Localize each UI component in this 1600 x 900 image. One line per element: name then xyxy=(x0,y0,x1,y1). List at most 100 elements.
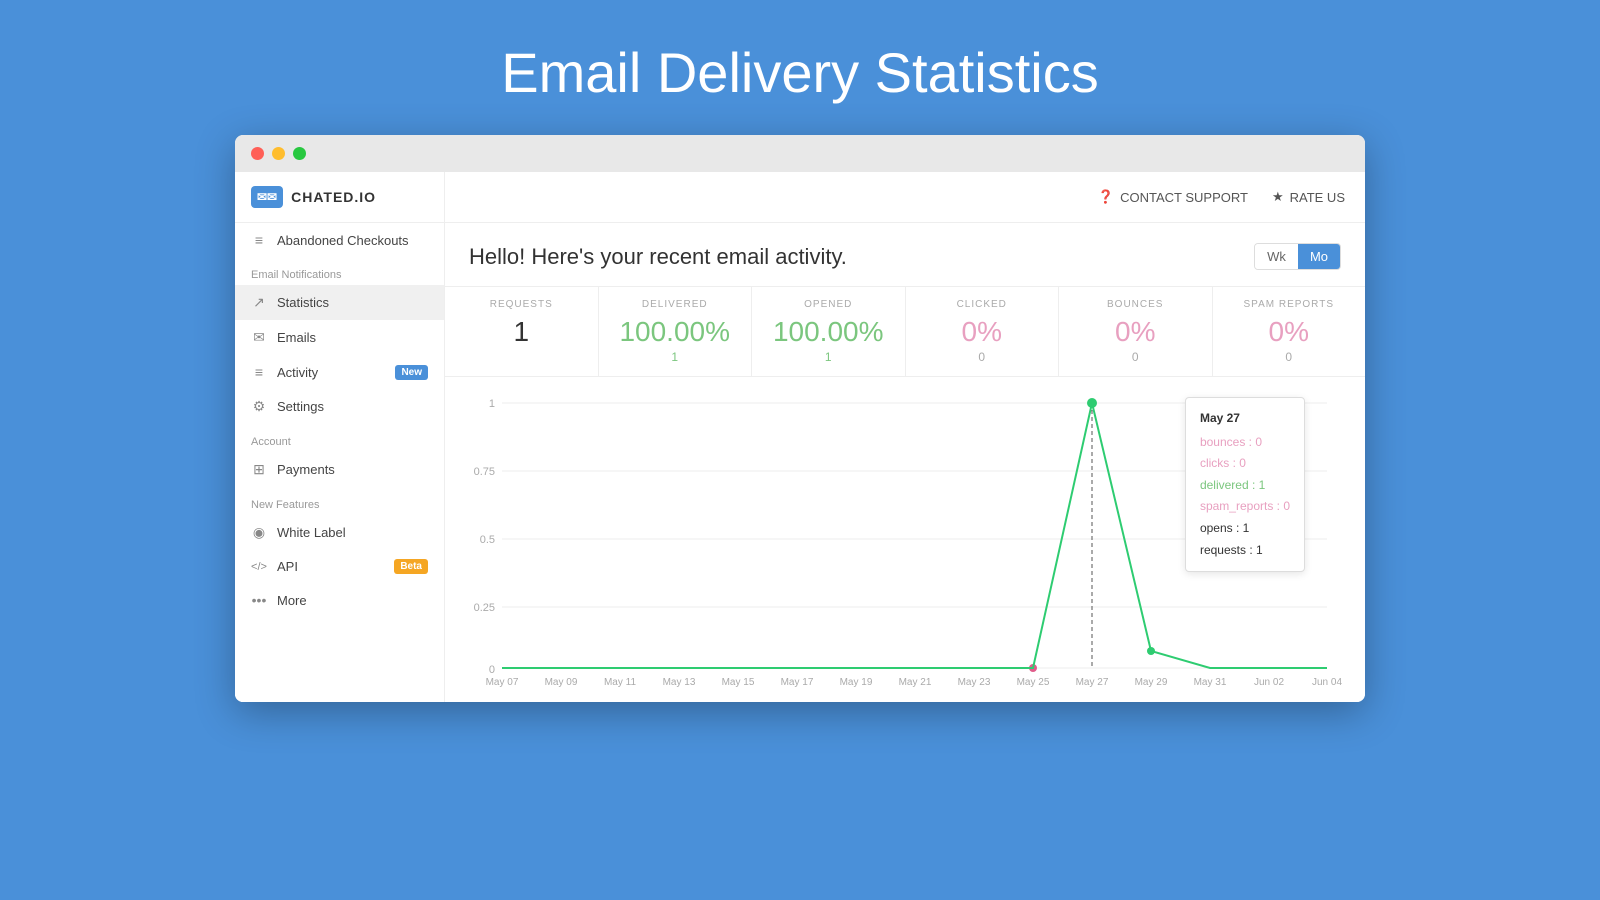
svg-text:Jun 04: Jun 04 xyxy=(1312,677,1342,687)
stat-card-clicked: CLICKED 0% 0 xyxy=(906,287,1060,376)
sidebar-item-white-label[interactable]: ◉ White Label xyxy=(235,515,444,550)
stat-card-delivered: DELIVERED 100.00% 1 xyxy=(599,287,753,376)
stat-label: BOUNCES xyxy=(1075,299,1196,310)
stat-value: 100.00% xyxy=(615,316,736,348)
toggle-group: Wk Mo xyxy=(1254,243,1341,270)
traffic-light-red[interactable] xyxy=(251,147,264,160)
stat-card-opened: OPENED 100.00% 1 xyxy=(752,287,906,376)
rate-us-button[interactable]: ★ RATE US xyxy=(1272,189,1345,205)
tooltip-clicks: clicks : 0 xyxy=(1200,453,1290,475)
svg-text:May 21: May 21 xyxy=(899,677,932,687)
sidebar-item-abandoned-checkouts[interactable]: ≡ Abandoned Checkouts xyxy=(235,223,444,257)
sidebar-item-label: Emails xyxy=(277,330,316,345)
svg-text:May 13: May 13 xyxy=(663,677,696,687)
payments-icon: ⊞ xyxy=(251,461,267,478)
sidebar-item-activity[interactable]: ≡ Activity New xyxy=(235,355,444,389)
sidebar-item-label: Activity xyxy=(277,365,318,380)
api-icon: </> xyxy=(251,561,267,573)
svg-text:May 15: May 15 xyxy=(722,677,755,687)
svg-text:May 31: May 31 xyxy=(1194,677,1227,687)
sidebar-item-emails[interactable]: ✉ Emails xyxy=(235,320,444,355)
sidebar-section-account: Account xyxy=(235,424,444,452)
stat-value: 1 xyxy=(461,316,582,348)
sidebar-item-api[interactable]: </> API Beta xyxy=(235,550,444,583)
svg-text:0: 0 xyxy=(489,664,495,676)
sidebar-item-more[interactable]: ••• More xyxy=(235,583,444,617)
sidebar-item-label: Abandoned Checkouts xyxy=(277,233,409,248)
stat-label: REQUESTS xyxy=(461,299,582,310)
sidebar-item-label: Statistics xyxy=(277,295,329,310)
white-label-icon: ◉ xyxy=(251,524,267,541)
stat-sub: 1 xyxy=(768,350,889,364)
more-icon: ••• xyxy=(251,592,267,608)
chart-icon: ↗ xyxy=(251,294,267,311)
traffic-light-green[interactable] xyxy=(293,147,306,160)
main-content: Hello! Here's your recent email activity… xyxy=(445,223,1365,702)
stat-value: 100.00% xyxy=(768,316,889,348)
sidebar-item-label: Settings xyxy=(277,399,324,414)
stat-sub: 0 xyxy=(922,350,1043,364)
stat-value: 0% xyxy=(1075,316,1196,348)
stat-sub: 0 xyxy=(1229,350,1350,364)
contact-support-button[interactable]: ❓ CONTACT SUPPORT xyxy=(1098,189,1248,205)
stat-sub: 0 xyxy=(1075,350,1196,364)
stat-label: OPENED xyxy=(768,299,889,310)
settings-icon: ⚙ xyxy=(251,398,267,415)
svg-text:May 09: May 09 xyxy=(545,677,578,687)
rate-us-label: RATE US xyxy=(1290,190,1345,205)
svg-text:May 29: May 29 xyxy=(1135,677,1168,687)
sidebar-item-statistics[interactable]: ↗ Statistics xyxy=(235,285,444,320)
sidebar-section-new-features: New Features xyxy=(235,487,444,515)
sidebar-brand: ✉✉ CHATED.IO xyxy=(235,172,445,222)
list-icon: ≡ xyxy=(251,232,267,248)
tooltip-delivered: delivered : 1 xyxy=(1200,475,1290,497)
svg-text:May 19: May 19 xyxy=(840,677,873,687)
new-badge: New xyxy=(395,365,428,380)
svg-text:May 17: May 17 xyxy=(781,677,814,687)
brand-icon: ✉✉ xyxy=(251,186,283,208)
help-icon: ❓ xyxy=(1098,189,1114,205)
chart-area: 1 0.75 0.5 0.25 0 May 07 May 09 May 11 xyxy=(445,377,1365,702)
toggle-week-button[interactable]: Wk xyxy=(1255,244,1298,269)
sidebar-section-email-notifications: Email Notifications xyxy=(235,257,444,285)
svg-text:May 25: May 25 xyxy=(1017,677,1050,687)
browser-chrome xyxy=(235,135,1365,172)
beta-badge: Beta xyxy=(394,559,428,574)
svg-text:0.25: 0.25 xyxy=(474,602,495,614)
tooltip-requests: requests : 1 xyxy=(1200,540,1290,562)
toggle-month-button[interactable]: Mo xyxy=(1298,244,1340,269)
tooltip-date: May 27 xyxy=(1200,408,1290,430)
header-nav: ❓ CONTACT SUPPORT ★ RATE US xyxy=(445,179,1365,215)
svg-text:May 07: May 07 xyxy=(486,677,519,687)
email-icon: ✉ xyxy=(251,329,267,346)
contact-support-label: CONTACT SUPPORT xyxy=(1120,190,1248,205)
content-heading: Hello! Here's your recent email activity… xyxy=(469,244,847,270)
app-header-row: ✉✉ CHATED.IO ❓ CONTACT SUPPORT ★ RATE US xyxy=(235,172,1365,223)
stat-value: 0% xyxy=(1229,316,1350,348)
sidebar-item-label: API xyxy=(277,559,298,574)
stat-card-spam-reports: SPAM REPORTS 0% 0 xyxy=(1213,287,1366,376)
content-header: Hello! Here's your recent email activity… xyxy=(445,223,1365,287)
stat-value: 0% xyxy=(922,316,1043,348)
star-icon: ★ xyxy=(1272,189,1284,205)
sidebar-item-label: Payments xyxy=(277,462,335,477)
stat-label: SPAM REPORTS xyxy=(1229,299,1350,310)
svg-text:Jun 02: Jun 02 xyxy=(1254,677,1284,687)
stat-label: DELIVERED xyxy=(615,299,736,310)
sidebar: ≡ Abandoned Checkouts Email Notification… xyxy=(235,223,445,702)
browser-window: ✉✉ CHATED.IO ❓ CONTACT SUPPORT ★ RATE US… xyxy=(235,135,1365,702)
chart-tooltip: May 27 bounces : 0 clicks : 0 delivered … xyxy=(1185,397,1305,572)
stat-sub: 1 xyxy=(615,350,736,364)
app-layout: ≡ Abandoned Checkouts Email Notification… xyxy=(235,223,1365,702)
sidebar-item-settings[interactable]: ⚙ Settings xyxy=(235,389,444,424)
traffic-light-yellow[interactable] xyxy=(272,147,285,160)
tooltip-spam-reports: spam_reports : 0 xyxy=(1200,496,1290,518)
svg-text:0.75: 0.75 xyxy=(474,466,495,478)
tooltip-bounces: bounces : 0 xyxy=(1200,432,1290,454)
sidebar-item-payments[interactable]: ⊞ Payments xyxy=(235,452,444,487)
svg-text:May 11: May 11 xyxy=(604,677,636,687)
sidebar-item-label: More xyxy=(277,593,307,608)
stat-label: CLICKED xyxy=(922,299,1043,310)
svg-text:May 23: May 23 xyxy=(958,677,991,687)
brand-name: CHATED.IO xyxy=(291,189,376,205)
